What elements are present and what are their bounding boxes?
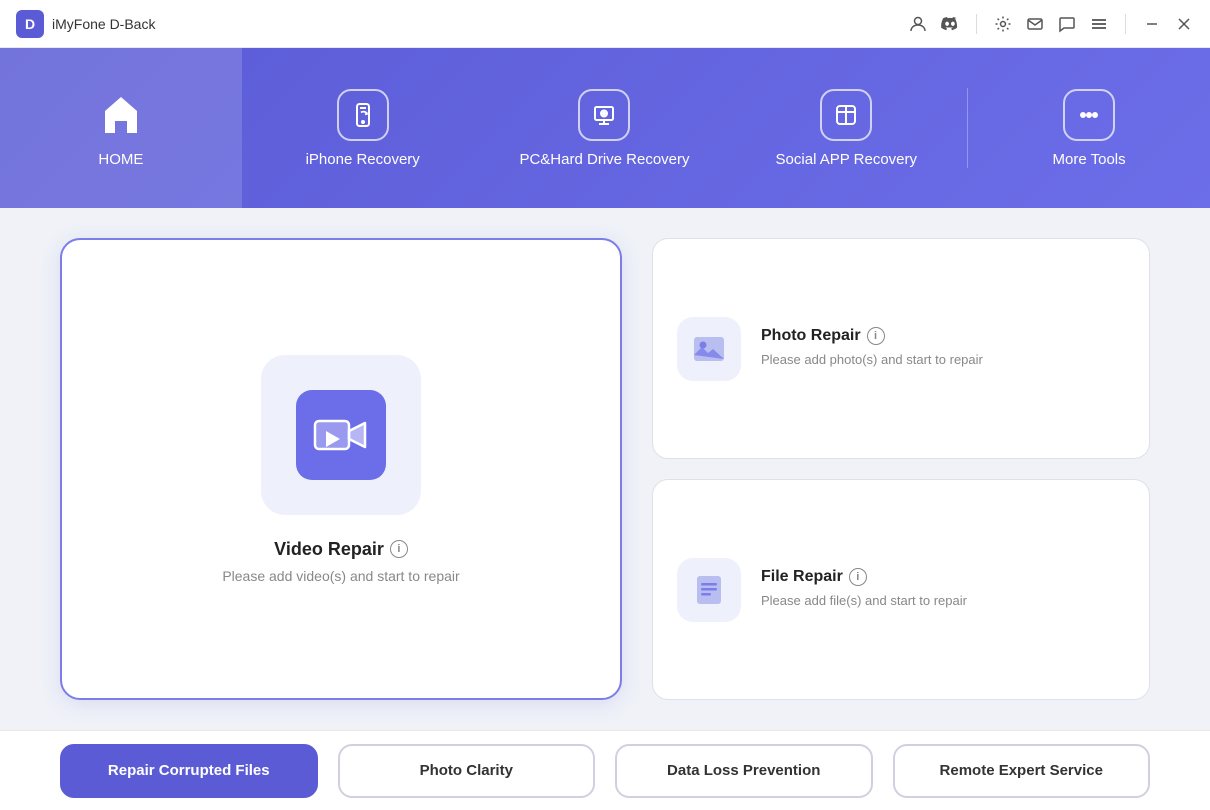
video-icon-inner (296, 390, 386, 480)
iphone-recovery-icon (337, 89, 389, 141)
close-button[interactable] (1174, 14, 1194, 34)
data-loss-prevention-button[interactable]: Data Loss Prevention (615, 744, 873, 798)
nav-item-pc-hard-drive[interactable]: PC&Hard Drive Recovery (484, 48, 726, 208)
nav-social-label: Social APP Recovery (776, 151, 917, 168)
file-repair-content: File Repair i Please add file(s) and sta… (761, 568, 967, 610)
avatar-icon[interactable] (908, 14, 928, 34)
social-app-icon (820, 89, 872, 141)
nav-item-more-tools[interactable]: More Tools (968, 48, 1210, 208)
app-title: iMyFone D-Back (52, 16, 155, 32)
nav-home-label: HOME (98, 151, 143, 168)
photo-repair-content: Photo Repair i Please add photo(s) and s… (761, 327, 983, 369)
photo-clarity-button[interactable]: Photo Clarity (338, 744, 596, 798)
video-repair-card[interactable]: Video Repair i Please add video(s) and s… (60, 238, 622, 700)
video-repair-desc: Please add video(s) and start to repair (222, 568, 459, 584)
title-bar: D iMyFone D-Back (0, 0, 1210, 48)
app-logo: D (16, 10, 44, 38)
file-repair-title: File Repair i (761, 568, 967, 586)
main-content: Video Repair i Please add video(s) and s… (0, 208, 1210, 730)
mail-icon[interactable] (1025, 14, 1045, 34)
repair-corrupted-files-button[interactable]: Repair Corrupted Files (60, 744, 318, 798)
more-tools-icon (1063, 89, 1115, 141)
nav-iphone-label: iPhone Recovery (306, 151, 420, 168)
title-bar-controls (908, 14, 1194, 34)
bottom-bar: Repair Corrupted Files Photo Clarity Dat… (0, 730, 1210, 810)
chat-icon[interactable] (1057, 14, 1077, 34)
separator2 (1125, 14, 1126, 34)
file-repair-desc: Please add file(s) and start to repair (761, 592, 967, 610)
photo-repair-info-icon[interactable]: i (867, 327, 885, 345)
photo-repair-icon (677, 317, 741, 381)
file-repair-info-icon[interactable]: i (849, 568, 867, 586)
nav-item-social-app[interactable]: Social APP Recovery (725, 48, 967, 208)
photo-repair-desc: Please add photo(s) and start to repair (761, 351, 983, 369)
pc-recovery-icon (578, 89, 630, 141)
file-repair-card[interactable]: File Repair i Please add file(s) and sta… (652, 479, 1150, 700)
right-cards: Photo Repair i Please add photo(s) and s… (652, 238, 1150, 700)
discord-icon[interactable] (940, 14, 960, 34)
video-repair-info-icon[interactable]: i (390, 540, 408, 558)
nav-bar: HOME iPhone Recovery PC&Hard Drive (0, 48, 1210, 208)
video-repair-title: Video Repair i (274, 539, 408, 560)
photo-repair-card[interactable]: Photo Repair i Please add photo(s) and s… (652, 238, 1150, 459)
separator (976, 14, 977, 34)
remote-expert-service-button[interactable]: Remote Expert Service (893, 744, 1151, 798)
file-repair-icon (677, 558, 741, 622)
menu-icon[interactable] (1089, 14, 1109, 34)
settings-icon[interactable] (993, 14, 1013, 34)
minimize-button[interactable] (1142, 14, 1162, 34)
photo-repair-title: Photo Repair i (761, 327, 983, 345)
video-icon-container (261, 355, 421, 515)
nav-pc-label: PC&Hard Drive Recovery (519, 151, 689, 168)
home-icon (95, 89, 147, 141)
nav-item-iphone-recovery[interactable]: iPhone Recovery (242, 48, 484, 208)
nav-item-home[interactable]: HOME (0, 48, 242, 208)
nav-more-label: More Tools (1053, 151, 1126, 168)
